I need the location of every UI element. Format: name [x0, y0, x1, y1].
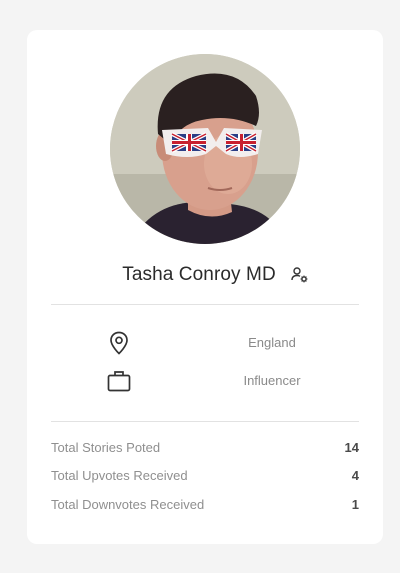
profile-name: Tasha Conroy MD — [122, 264, 276, 285]
divider — [51, 304, 359, 305]
briefcase-icon — [105, 367, 133, 395]
stat-row-stories: Total Stories Poted 14 — [51, 440, 359, 458]
location-text: England — [248, 335, 296, 350]
stat-value: 1 — [351, 497, 359, 512]
stat-value: 14 — [344, 440, 359, 455]
stat-row-upvotes: Total Upvotes Received 4 — [51, 468, 359, 486]
divider — [51, 421, 359, 422]
stat-label: Total Stories Poted — [51, 440, 161, 455]
occupation-text: Influencer — [243, 373, 301, 388]
stat-label: Total Downvotes Received — [51, 497, 205, 512]
map-pin-icon — [105, 329, 133, 357]
stat-label: Total Upvotes Received — [51, 468, 188, 483]
location-row: England — [27, 329, 383, 357]
stat-row-downvotes: Total Downvotes Received 1 — [51, 497, 359, 515]
avatar — [110, 54, 300, 244]
name-row: Tasha Conroy MD — [27, 260, 383, 290]
profile-card: Tasha Conroy MD England Influencer Total… — [27, 30, 383, 544]
stat-value: 4 — [351, 468, 359, 483]
user-settings-icon[interactable] — [290, 265, 310, 285]
avatar-image — [110, 54, 300, 244]
occupation-row: Influencer — [27, 367, 383, 395]
